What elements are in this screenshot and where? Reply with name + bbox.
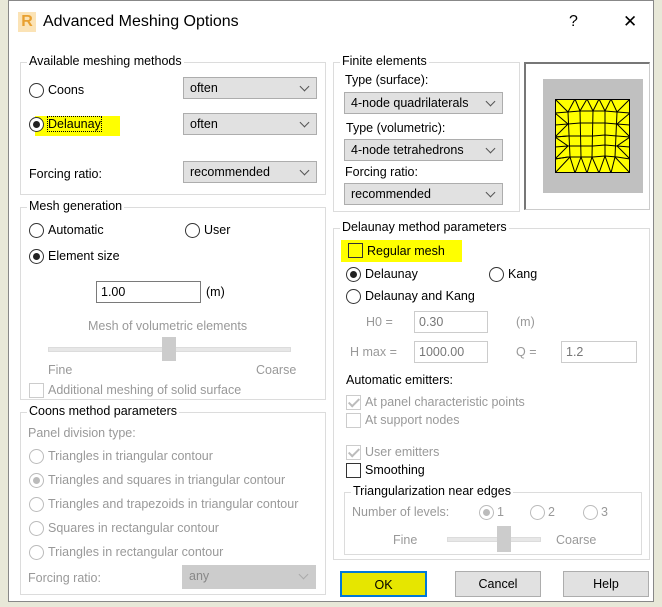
volumetric-type-dropdown[interactable]: 4-node tetrahedrons <box>344 139 503 161</box>
tri-coarse-label: Coarse <box>556 533 597 547</box>
delaunay-method-radio[interactable] <box>346 267 361 282</box>
coons-frequency-dropdown[interactable]: often <box>183 77 317 99</box>
close-icon[interactable]: ✕ <box>623 12 637 32</box>
surface-type-dropdown[interactable]: 4-node quadrilaterals <box>344 92 503 114</box>
additional-meshing-label: Additional meshing of solid surface <box>48 383 242 397</box>
level-1-label: 1 <box>497 505 504 519</box>
at-panel-checkbox[interactable] <box>346 395 361 410</box>
panel-option-label: Triangles and trapezoids in triangular c… <box>48 497 299 511</box>
group-label: Triangularization near edges <box>351 484 513 498</box>
element-size-radio[interactable] <box>29 249 44 264</box>
triangularization-group: Triangularization near edges <box>344 484 642 555</box>
user-emitters-checkbox[interactable] <box>346 445 361 460</box>
panel-option-label: Squares in rectangular contour <box>48 521 219 535</box>
surface-type-label: Type (surface): <box>345 73 429 87</box>
hmax-label: H max = <box>350 345 397 359</box>
element-size-label[interactable]: Element size <box>48 249 120 263</box>
additional-meshing-checkbox[interactable] <box>29 383 44 398</box>
panel-option-label: Triangles and squares in triangular cont… <box>48 473 286 487</box>
level-2-radio[interactable] <box>530 505 545 520</box>
mesh-preview <box>524 62 650 210</box>
panel-option-radio[interactable] <box>29 497 44 512</box>
regular-mesh-label[interactable]: Regular mesh <box>367 244 445 258</box>
coons-forcing-dropdown[interactable]: any <box>182 565 316 589</box>
coons-radio[interactable] <box>29 83 44 98</box>
group-label: Coons method parameters <box>27 404 179 418</box>
h0-label: H0 = <box>366 315 393 329</box>
automatic-label[interactable]: Automatic <box>48 223 104 237</box>
help-title-button[interactable]: ? <box>569 13 578 31</box>
coarse-label: Coarse <box>256 363 297 377</box>
panel-option-radio[interactable] <box>29 449 44 464</box>
q-label: Q = <box>516 345 537 359</box>
at-support-label: At support nodes <box>365 413 460 427</box>
panel-option-radio[interactable] <box>29 545 44 560</box>
auto-emitters-label: Automatic emitters: <box>346 373 453 387</box>
forcing-ratio-dropdown[interactable]: recommended <box>183 161 317 183</box>
volumetric-mesh-label: Mesh of volumetric elements <box>88 319 248 333</box>
volumetric-type-label: Type (volumetric): <box>346 121 446 135</box>
delaunay-kang-label[interactable]: Delaunay and Kang <box>365 289 475 303</box>
kang-radio[interactable] <box>489 267 504 282</box>
level-1-radio[interactable] <box>479 505 494 520</box>
cancel-button[interactable]: Cancel <box>455 571 541 597</box>
regular-mesh-checkbox[interactable] <box>348 243 363 258</box>
delaunay-label[interactable]: Delaunay <box>47 116 102 132</box>
tri-slider-thumb[interactable] <box>497 526 511 552</box>
panel-option-radio[interactable] <box>29 473 44 488</box>
q-input[interactable]: 1.2 <box>561 341 637 363</box>
user-label[interactable]: User <box>204 223 230 237</box>
coons-forcing-label: Forcing ratio: <box>28 571 101 585</box>
hmax-input[interactable]: 1000.00 <box>414 341 488 363</box>
delaunay-kang-radio[interactable] <box>346 289 361 304</box>
panel-option-label: Triangles in triangular contour <box>48 449 213 463</box>
tri-fine-label: Fine <box>393 533 418 547</box>
level-3-label: 3 <box>601 505 608 519</box>
levels-label: Number of levels: <box>352 505 450 519</box>
group-label: Finite elements <box>340 54 429 68</box>
user-emitters-label: User emitters <box>365 445 440 459</box>
app-icon: R <box>18 12 36 32</box>
smoothing-label[interactable]: Smoothing <box>365 463 425 477</box>
group-label: Delaunay method parameters <box>340 220 509 234</box>
forcing-ratio-label: Forcing ratio: <box>29 167 102 181</box>
group-label: Available meshing methods <box>27 54 184 68</box>
mesh-preview-icon <box>555 99 630 173</box>
delaunay-radio[interactable] <box>29 117 44 132</box>
panel-option-radio[interactable] <box>29 521 44 536</box>
tri-slider-track[interactable] <box>447 537 541 542</box>
coons-label[interactable]: Coons <box>48 83 84 97</box>
help-button[interactable]: Help <box>563 571 649 597</box>
h0-unit: (m) <box>516 315 535 329</box>
user-radio[interactable] <box>185 223 200 238</box>
panel-division-label: Panel division type: <box>28 426 136 440</box>
delaunay-method-label[interactable]: Delaunay <box>365 267 418 281</box>
level-2-label: 2 <box>548 505 555 519</box>
element-size-unit: (m) <box>206 285 225 299</box>
delaunay-frequency-dropdown[interactable]: often <box>183 113 317 135</box>
fine-label: Fine <box>48 363 73 377</box>
dialog-title: Advanced Meshing Options <box>43 13 239 30</box>
at-panel-label: At panel characteristic points <box>365 395 525 409</box>
level-3-radio[interactable] <box>583 505 598 520</box>
kang-label[interactable]: Kang <box>508 267 537 281</box>
volumetric-slider-thumb[interactable] <box>162 337 176 361</box>
fe-forcing-dropdown[interactable]: recommended <box>344 183 503 205</box>
at-support-checkbox[interactable] <box>346 413 361 428</box>
ok-button[interactable]: OK <box>340 571 427 597</box>
automatic-radio[interactable] <box>29 223 44 238</box>
panel-option-label: Triangles in rectangular contour <box>48 545 224 559</box>
fe-forcing-label: Forcing ratio: <box>345 165 418 179</box>
group-label: Mesh generation <box>27 199 125 213</box>
smoothing-checkbox[interactable] <box>346 463 361 478</box>
h0-input[interactable]: 0.30 <box>414 311 488 333</box>
element-size-input[interactable]: 1.00 <box>96 281 201 303</box>
